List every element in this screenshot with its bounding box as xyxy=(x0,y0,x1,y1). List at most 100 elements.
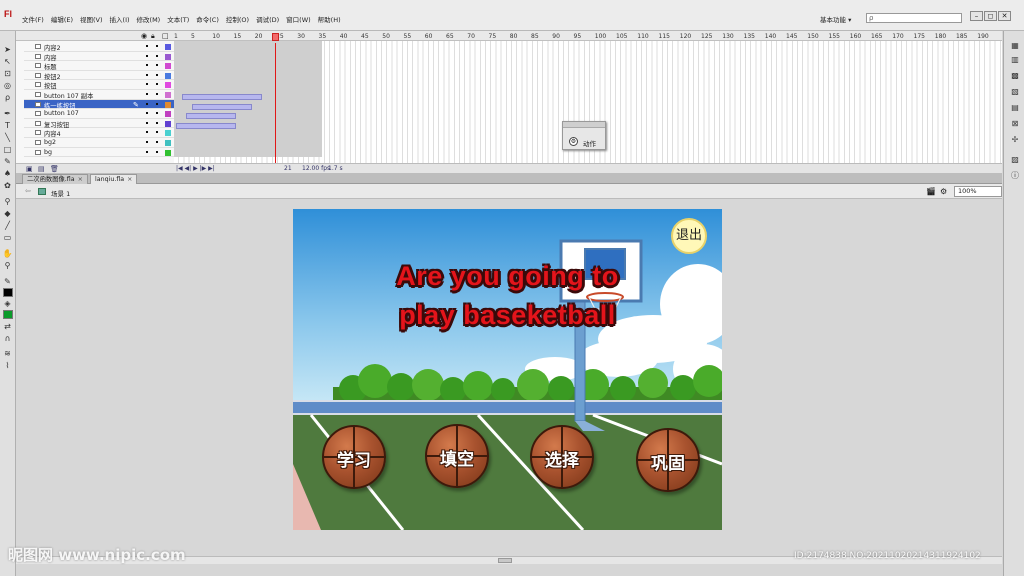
3d-rotation-icon[interactable]: ◎ xyxy=(2,81,13,90)
lock-dot[interactable] xyxy=(156,54,158,57)
menu-view[interactable]: 视图(V) xyxy=(80,14,103,24)
tab-document-1[interactable]: 二次函数图像.fla × xyxy=(22,174,88,184)
lasso-tool-icon[interactable]: ρ xyxy=(2,93,13,102)
menu-file[interactable]: 文件(F) xyxy=(22,14,44,24)
close-tab-icon[interactable]: × xyxy=(78,176,83,183)
workspace-switcher[interactable]: 基本功能 ▾ xyxy=(820,14,851,24)
fill-color-swatch[interactable] xyxy=(3,310,13,319)
hand-tool-icon[interactable]: ✋ xyxy=(2,249,13,258)
layer-color-swatch[interactable] xyxy=(165,130,171,137)
layer-row[interactable]: 复习按钮 xyxy=(24,119,174,129)
stage-canvas[interactable]: Are you going to play baseketball 退出 学习 … xyxy=(293,209,722,530)
layer-row[interactable]: 内容2 xyxy=(24,42,174,52)
swap-colors-icon[interactable]: ⇄ xyxy=(2,322,13,331)
lock-dot[interactable] xyxy=(156,121,158,124)
zoom-tool-icon[interactable]: ⚲ xyxy=(2,261,13,270)
layer-color-swatch[interactable] xyxy=(165,101,171,108)
snap-magnet-icon[interactable]: ∩ xyxy=(2,334,13,343)
lock-dot[interactable] xyxy=(156,64,158,67)
motion-tween-span[interactable] xyxy=(182,94,262,100)
motion-tween-span[interactable] xyxy=(176,123,236,129)
menu-debug[interactable]: 调试(D) xyxy=(256,14,279,24)
lock-dot[interactable] xyxy=(156,102,158,105)
lock-dot[interactable] xyxy=(156,112,158,115)
exit-button[interactable]: 退出 xyxy=(671,218,707,254)
color-icon[interactable]: ▩ xyxy=(1010,71,1020,80)
menu-text[interactable]: 文本(T) xyxy=(167,14,189,24)
layer-row[interactable]: bg2 xyxy=(24,138,174,148)
tab-document-2[interactable]: lanqiu.fla × xyxy=(90,174,138,184)
back-arrow-icon[interactable]: ⇦ xyxy=(25,187,31,195)
stroke-color-swatch[interactable] xyxy=(3,288,13,297)
visibility-dot[interactable] xyxy=(146,73,148,76)
motion-tween-span[interactable] xyxy=(186,113,236,119)
delete-layer-icon[interactable]: 🗑︎ xyxy=(50,165,59,173)
layer-row[interactable]: 内容4 xyxy=(24,128,174,138)
layer-color-swatch[interactable] xyxy=(165,111,171,118)
selection-tool-icon[interactable]: ➤ xyxy=(2,45,13,54)
menu-insert[interactable]: 插入(I) xyxy=(110,14,130,24)
layer-row[interactable]: 标题 xyxy=(24,61,174,71)
actions-panel-titlebar[interactable] xyxy=(563,122,605,128)
lock-dot[interactable] xyxy=(156,73,158,76)
deco-tool-icon[interactable]: ✿ xyxy=(2,181,13,190)
lock-dot[interactable] xyxy=(156,45,158,47)
visibility-dot[interactable] xyxy=(146,93,148,95)
layer-row[interactable]: 按钮2 xyxy=(24,71,174,81)
lock-dot[interactable] xyxy=(156,83,158,86)
visibility-dot[interactable] xyxy=(146,54,148,57)
edit-symbol-icon[interactable]: ⚙ xyxy=(940,187,949,196)
layer-color-swatch[interactable] xyxy=(165,120,171,127)
lock-dot[interactable] xyxy=(156,131,158,134)
visibility-dot[interactable] xyxy=(146,121,148,124)
visibility-dot[interactable] xyxy=(146,102,148,105)
layer-color-swatch[interactable] xyxy=(165,72,171,79)
layer-color-swatch[interactable] xyxy=(165,63,171,70)
layer-color-swatch[interactable] xyxy=(165,53,171,60)
lock-icon[interactable]: 🔒︎ xyxy=(151,32,155,41)
lock-dot[interactable] xyxy=(156,93,158,95)
layer-color-swatch[interactable] xyxy=(165,149,171,156)
scrollbar-thumb[interactable] xyxy=(498,558,512,563)
layer-color-swatch[interactable] xyxy=(165,92,171,98)
playback-controls[interactable]: |◀ ◀| ▶ |▶ ▶| xyxy=(176,165,215,172)
layer-color-swatch[interactable] xyxy=(165,140,171,146)
layer-row[interactable]: 练一练按钮 ✎ xyxy=(24,99,174,110)
lock-dot[interactable] xyxy=(156,150,158,153)
align-icon[interactable]: ▤ xyxy=(1010,103,1020,112)
visibility-dot[interactable] xyxy=(146,150,148,153)
outline-icon[interactable]: □ xyxy=(162,32,169,40)
bone-tool-icon[interactable]: ⚲ xyxy=(2,197,13,206)
library-icon[interactable]: ▥ xyxy=(1010,55,1020,64)
menu-help[interactable]: 帮助(H) xyxy=(318,14,341,24)
scene-label[interactable]: 场景 1 xyxy=(51,188,70,198)
menu-modify[interactable]: 修改(M) xyxy=(137,14,161,24)
text-tool-icon[interactable]: T xyxy=(2,121,13,130)
free-transform-icon[interactable]: ⊡ xyxy=(2,69,13,78)
brush-tool-icon[interactable]: ♠ xyxy=(2,169,13,178)
search-input[interactable]: ρ xyxy=(866,13,962,23)
transform-icon[interactable]: ⊠ xyxy=(1010,119,1020,128)
zoom-select[interactable]: 100% xyxy=(954,186,1002,197)
actions-panel[interactable]: ⚙ 动作 xyxy=(562,121,606,150)
new-layer-icon[interactable]: ▣ xyxy=(26,165,33,173)
lock-dot[interactable] xyxy=(156,141,158,143)
eyedropper-icon[interactable]: ╱ xyxy=(2,221,13,230)
smooth-option-icon[interactable]: ≋ xyxy=(2,349,13,358)
close-tab-icon[interactable]: × xyxy=(127,176,132,183)
subselection-tool-icon[interactable]: ↖ xyxy=(2,57,13,66)
choice-button[interactable]: 选择 xyxy=(530,425,594,489)
eye-icon[interactable]: ◉ xyxy=(141,32,147,40)
menu-edit[interactable]: 编辑(E) xyxy=(51,14,73,24)
fill-color-icon[interactable]: ◈ xyxy=(2,299,13,308)
eraser-tool-icon[interactable]: ▭ xyxy=(2,233,13,242)
components-icon[interactable]: ✢ xyxy=(1010,135,1020,144)
motion-tween-span[interactable] xyxy=(192,104,252,110)
straighten-option-icon[interactable]: ⌇ xyxy=(2,361,13,370)
pen-tool-icon[interactable]: ✒ xyxy=(2,109,13,118)
fill-blank-button[interactable]: 填空 xyxy=(425,424,489,488)
layer-row[interactable]: bg xyxy=(24,148,174,158)
layer-color-swatch[interactable] xyxy=(165,82,171,89)
swatches-icon[interactable]: ▧ xyxy=(1010,87,1020,96)
info-icon[interactable]: ⓘ xyxy=(1010,171,1020,180)
